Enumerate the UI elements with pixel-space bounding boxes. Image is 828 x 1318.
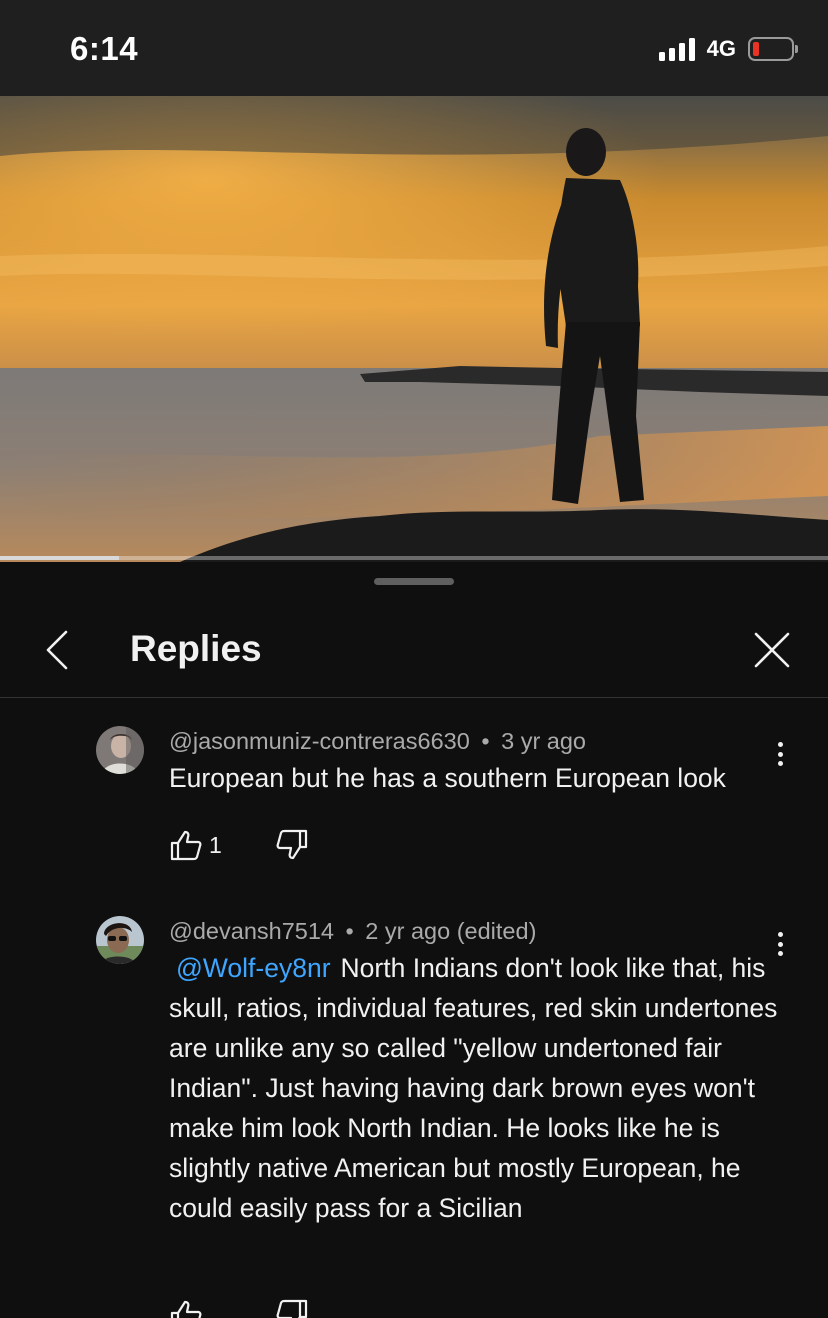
meta-separator: • <box>481 728 490 754</box>
thumbs-down-icon <box>276 829 308 860</box>
dislike-button[interactable] <box>275 1298 309 1318</box>
video-progress-bar[interactable] <box>0 556 828 560</box>
comment-time: 3 yr ago <box>501 728 587 754</box>
like-count: 1 <box>209 831 222 858</box>
dislike-button[interactable] <box>275 828 309 862</box>
comment-meta: @devansh7514 • 2 yr ago (edited) <box>169 918 536 945</box>
comment-author[interactable]: @devansh7514 <box>169 918 334 944</box>
page-title: Replies <box>130 628 262 669</box>
status-time: 6:14 <box>70 30 139 67</box>
drag-handle[interactable] <box>374 578 454 585</box>
status-indicators: 4G <box>658 36 798 62</box>
thumbs-up-icon <box>170 1300 202 1318</box>
signal-icon <box>658 37 695 61</box>
battery-icon <box>748 37 798 61</box>
replies-header: Replies <box>0 608 828 698</box>
replies-panel: Replies @jasonmuniz-contreras6630 • 3 yr… <box>0 562 828 1318</box>
close-button[interactable] <box>750 626 794 674</box>
comment-meta: @jasonmuniz-contreras6630 • 3 yr ago <box>169 728 586 755</box>
user-avatar-image <box>96 916 144 964</box>
back-button[interactable] <box>36 626 80 674</box>
comment-author[interactable]: @jasonmuniz-contreras6630 <box>169 728 470 754</box>
video-progress-fill <box>0 556 120 560</box>
mention-link[interactable]: @Wolf-ey8nr <box>176 953 331 983</box>
chevron-left-icon <box>46 630 68 670</box>
thumbs-up-icon <box>170 830 202 861</box>
comment-actions: 1 <box>169 828 309 862</box>
comment-body: European but he has a southern European … <box>169 763 726 793</box>
comment-time: 2 yr ago (edited) <box>365 918 537 944</box>
comment-text: @Wolf-ey8nr North Indians don't look like… <box>169 948 781 1228</box>
user-avatar-image <box>96 726 144 774</box>
like-button[interactable] <box>169 828 203 862</box>
video-player[interactable] <box>0 96 828 562</box>
thumbs-down-icon <box>276 1299 308 1318</box>
avatar[interactable] <box>96 916 144 964</box>
meta-separator: • <box>345 918 354 944</box>
video-frame-image <box>0 96 828 562</box>
comment-actions <box>169 1298 309 1318</box>
close-icon <box>754 632 790 668</box>
more-vert-icon <box>777 932 783 937</box>
comment-body: North Indians don't look like that, his … <box>169 953 778 1223</box>
more-vert-icon <box>777 742 783 747</box>
comment-text: European but he has a southern European … <box>169 758 809 798</box>
network-label: 4G <box>706 36 736 61</box>
status-bar: 6:14 4G <box>0 0 828 96</box>
like-button[interactable] <box>169 1298 203 1318</box>
avatar[interactable] <box>96 726 144 774</box>
more-options-button[interactable] <box>770 926 790 962</box>
more-options-button[interactable] <box>770 736 790 772</box>
